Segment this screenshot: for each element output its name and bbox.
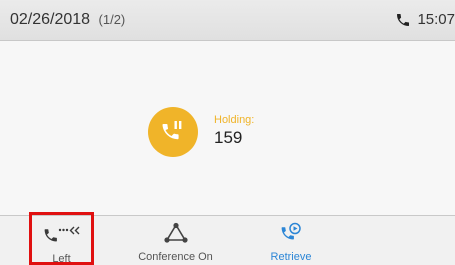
call-hold-icon	[162, 121, 182, 140]
call-area: Holding: 159	[0, 41, 455, 215]
call-transfer-left-icon	[44, 226, 79, 242]
clock-time: 15:07	[417, 11, 455, 28]
retrieve-label: Retrieve	[270, 251, 312, 263]
retrieve-call-icon	[281, 222, 301, 240]
left-softkey[interactable]: Left	[29, 212, 94, 265]
conference-on-label: Conference On	[138, 251, 213, 263]
left-softkey-label: Left	[52, 253, 71, 265]
date-text: 02/26/2018	[10, 11, 91, 28]
clock: 15:07	[395, 11, 455, 28]
softkey-bar: Left Conference On Retrieve	[0, 212, 455, 265]
conference-on-softkey[interactable]: Conference On	[128, 216, 223, 265]
call-status-label: Holding:	[214, 114, 255, 126]
retrieve-softkey[interactable]: Retrieve	[246, 216, 336, 265]
status-bar: 02/26/2018 (1/2) 15:07	[0, 0, 455, 41]
held-call-indicator[interactable]	[148, 107, 198, 157]
phone-icon	[397, 13, 410, 26]
page-indicator: (1/2)	[98, 12, 126, 27]
conference-triangle-icon	[163, 222, 188, 243]
date-display: 02/26/2018 (1/2)	[10, 11, 125, 29]
call-number: 159	[214, 128, 243, 147]
